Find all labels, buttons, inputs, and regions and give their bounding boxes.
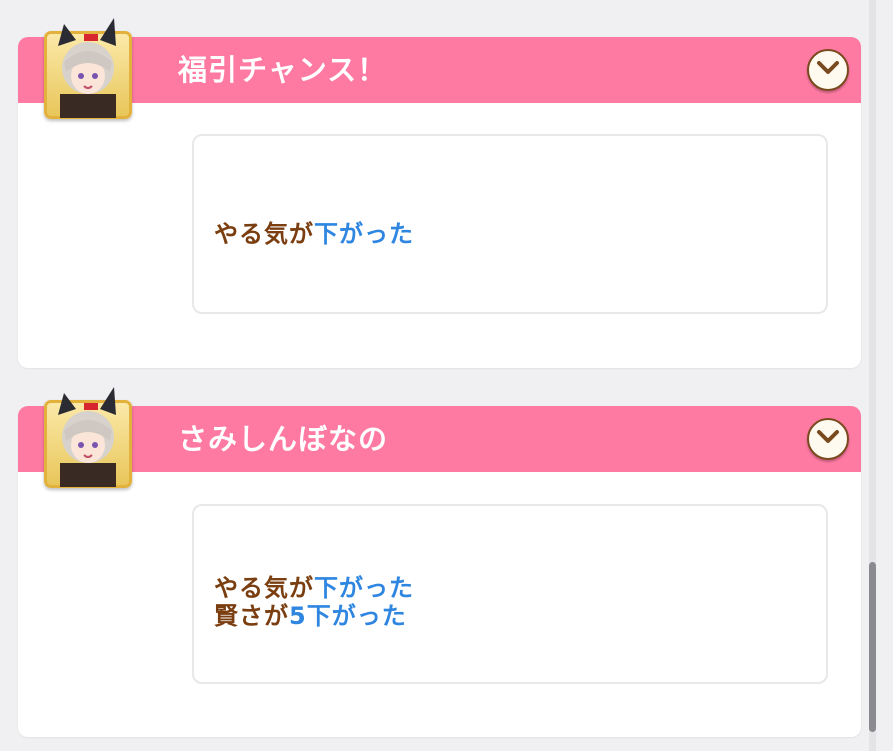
effect-stat: 賢さが [214, 602, 289, 630]
chevron-down-icon[interactable] [807, 418, 849, 460]
event-card: さみしんぼなの やる気が下がった 賢さが5下がった [18, 387, 861, 737]
event-effects-box: やる気が下がった [192, 134, 828, 314]
effect-line: やる気が下がった [214, 214, 414, 249]
chevron-down-icon[interactable] [807, 49, 849, 91]
event-effects-box: やる気が下がった 賢さが5下がった [192, 504, 828, 684]
effect-change: 下がった [314, 220, 414, 248]
event-header[interactable]: 福引チャンス！ [18, 37, 861, 103]
event-title: 福引チャンス！ [178, 53, 388, 87]
effect-line: 賢さが5下がった [214, 596, 407, 631]
event-card: 福引チャンス！ やる気が下がった [18, 18, 861, 368]
event-title: さみしんぼなの [178, 422, 389, 456]
character-portrait-icon [44, 387, 132, 488]
effect-change: 5下がった [289, 602, 407, 630]
effect-stat: やる気が [214, 220, 314, 248]
scrollbar-thumb[interactable] [869, 562, 876, 732]
event-header[interactable]: さみしんぼなの [18, 406, 861, 472]
character-portrait-icon [44, 18, 132, 119]
